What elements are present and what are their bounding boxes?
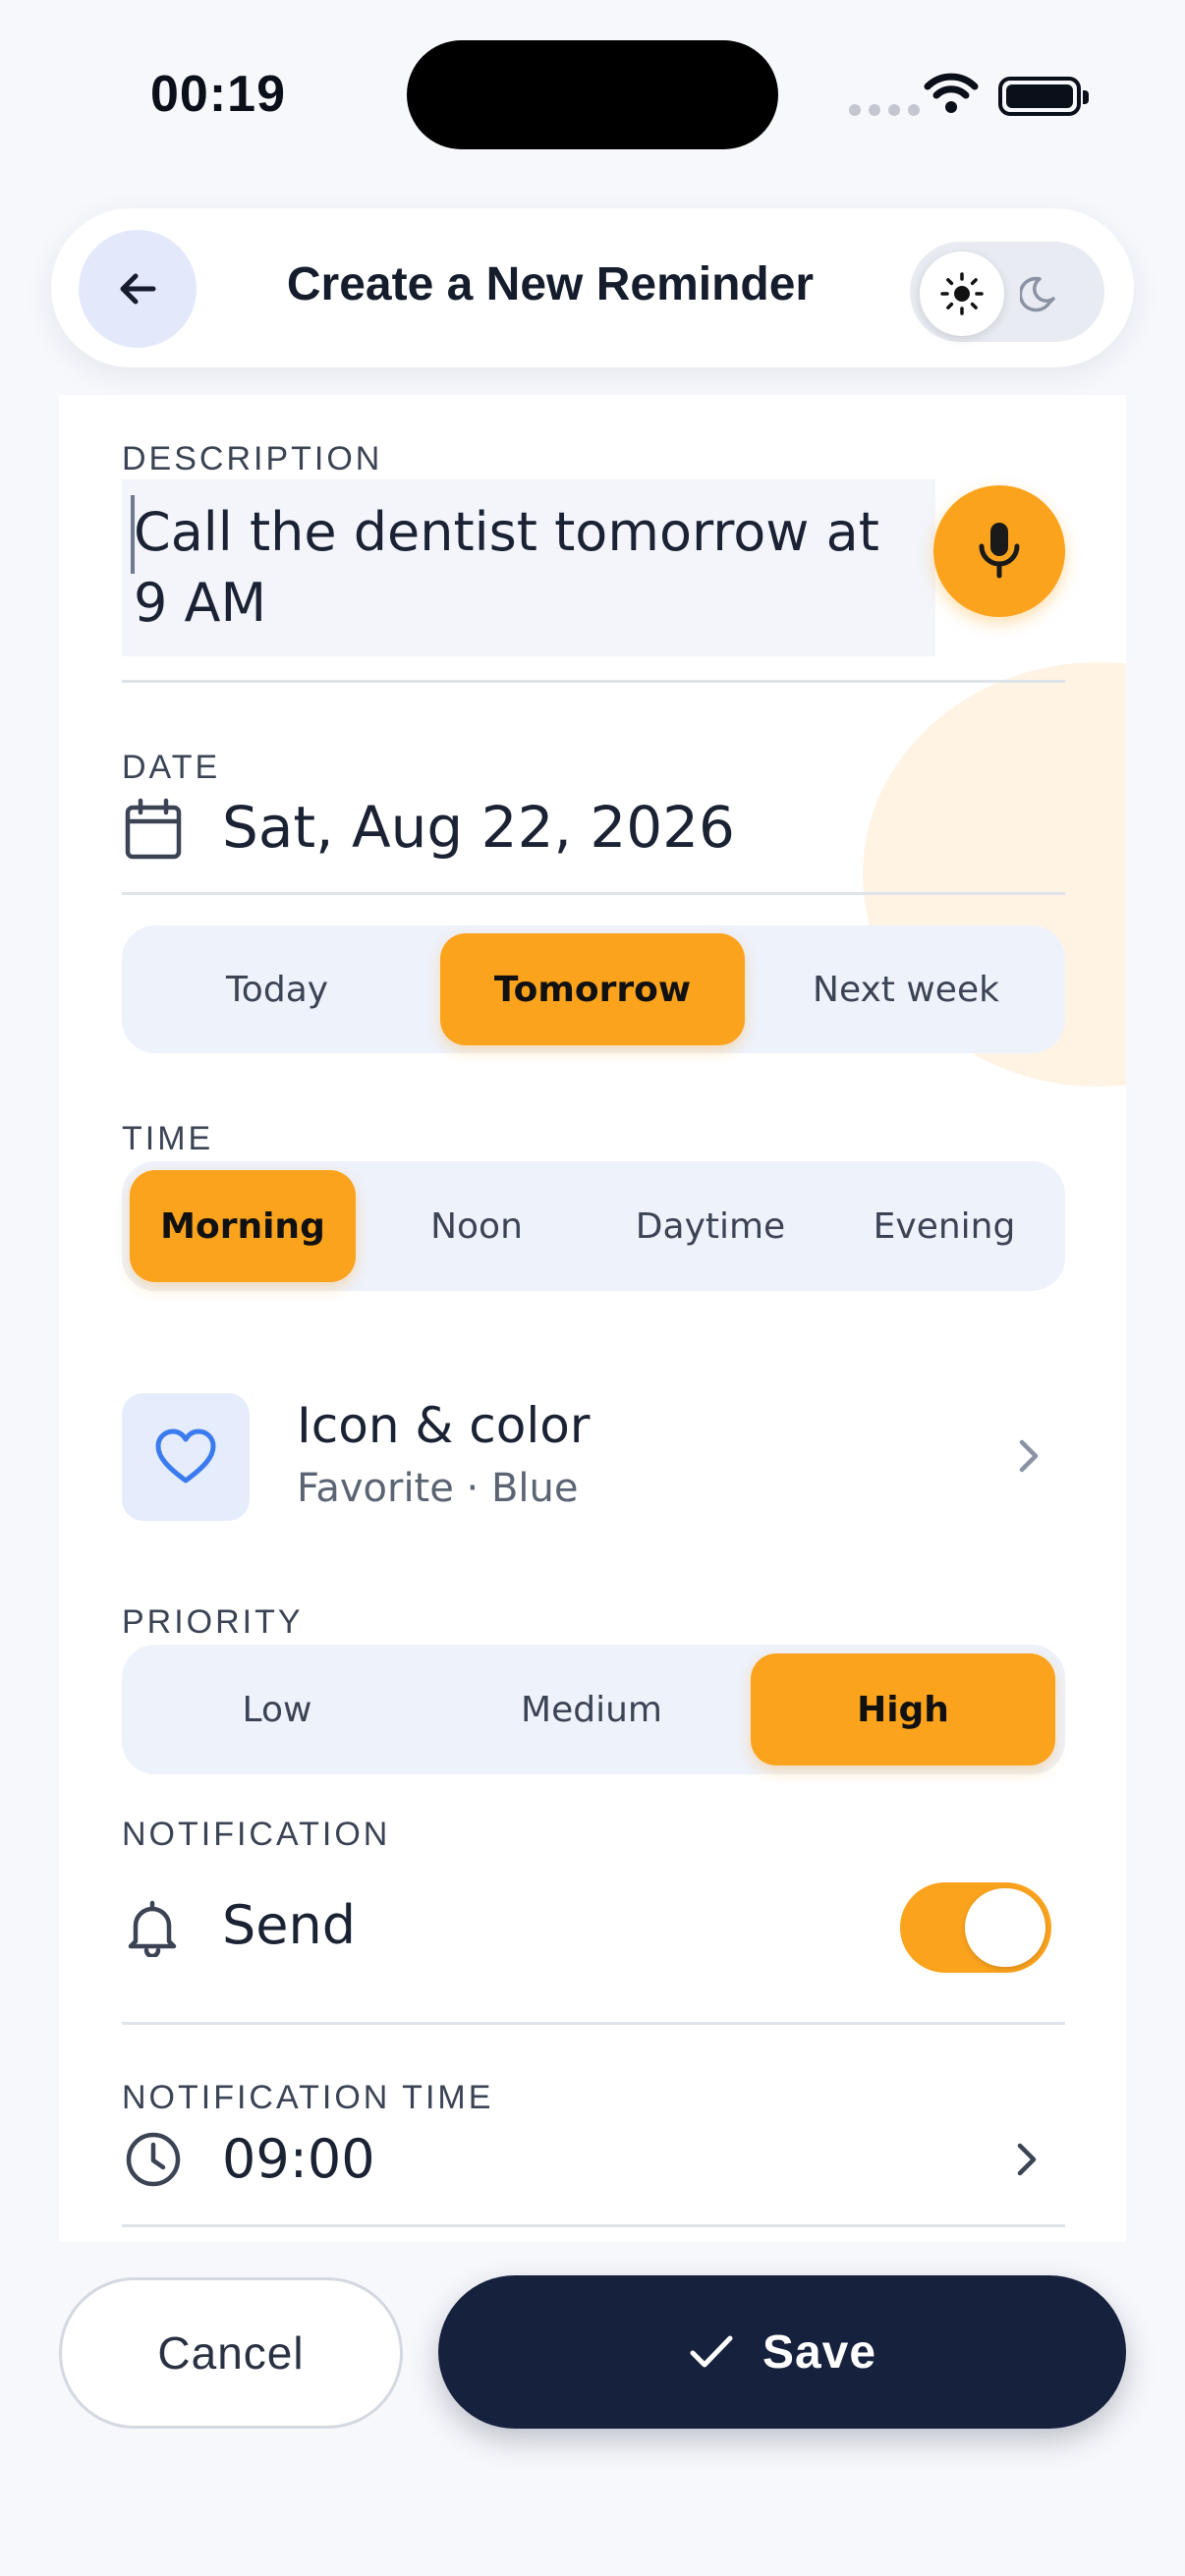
priority-option-low[interactable]: Low xyxy=(122,1653,432,1765)
arrow-left-icon xyxy=(120,273,156,305)
wifi-icon xyxy=(924,71,979,119)
clock-icon xyxy=(124,2130,183,2194)
page-title: Create a New Reminder xyxy=(286,258,815,310)
save-label: Save xyxy=(762,2325,877,2379)
time-option-daytime[interactable]: Daytime xyxy=(597,1170,823,1282)
voice-input-button[interactable] xyxy=(933,485,1065,617)
time-label: TIME xyxy=(122,1120,214,1157)
divider xyxy=(122,892,1065,895)
description-label: DESCRIPTION xyxy=(122,440,383,477)
cancel-button[interactable]: Cancel xyxy=(59,2277,403,2429)
heart-icon xyxy=(155,1428,216,1484)
battery-icon xyxy=(998,77,1089,116)
description-input[interactable]: Call the dentist tomorrow at 9 AM xyxy=(134,497,920,639)
divider xyxy=(122,2224,1065,2227)
notification-time-value[interactable]: 09:00 xyxy=(222,2128,375,2190)
date-quick-options: Today Tomorrow Next week xyxy=(122,925,1065,1053)
cancel-label: Cancel xyxy=(157,2327,305,2379)
dynamic-island xyxy=(407,40,778,149)
chevron-right-icon[interactable] xyxy=(1012,2140,1042,2184)
toggle-knob[interactable] xyxy=(965,1888,1045,1967)
priority-options: Low Medium High xyxy=(122,1645,1065,1774)
save-button[interactable]: Save xyxy=(438,2275,1126,2429)
time-option-noon[interactable]: Noon xyxy=(364,1170,590,1282)
notification-label: NOTIFICATION xyxy=(122,1816,391,1853)
calendar-icon xyxy=(124,798,183,866)
cellular-signal-icon xyxy=(849,104,920,116)
date-option-next-week[interactable]: Next week xyxy=(751,933,1061,1045)
priority-label: PRIORITY xyxy=(122,1603,304,1641)
icon-color-subtitle: Favorite · Blue xyxy=(297,1466,579,1511)
time-option-evening[interactable]: Evening xyxy=(831,1170,1057,1282)
checkmark-icon xyxy=(690,2335,733,2368)
moon-icon[interactable] xyxy=(1012,265,1071,324)
microphone-icon xyxy=(979,523,1020,579)
divider xyxy=(122,680,1065,683)
back-button[interactable] xyxy=(79,230,197,348)
chevron-right-icon[interactable] xyxy=(1014,1436,1044,1481)
notification-value: Send xyxy=(222,1894,357,1956)
notification-time-label: NOTIFICATION TIME xyxy=(122,2079,494,2116)
priority-option-medium[interactable]: Medium xyxy=(436,1653,747,1765)
time-option-morning[interactable]: Morning xyxy=(130,1170,356,1282)
bell-icon xyxy=(126,1898,179,1962)
time-options: Morning Noon Daytime Evening xyxy=(122,1161,1065,1291)
priority-option-high[interactable]: High xyxy=(751,1653,1055,1765)
date-label: DATE xyxy=(122,749,221,786)
sun-icon[interactable] xyxy=(920,252,1004,336)
icon-color-title[interactable]: Icon & color xyxy=(297,1397,590,1454)
date-option-tomorrow[interactable]: Tomorrow xyxy=(440,933,745,1045)
status-time: 00:19 xyxy=(150,66,286,123)
icon-preview-tile[interactable] xyxy=(122,1393,250,1521)
date-value[interactable]: Sat, Aug 22, 2026 xyxy=(222,794,735,861)
date-option-today[interactable]: Today xyxy=(122,933,432,1045)
divider xyxy=(122,2022,1065,2025)
